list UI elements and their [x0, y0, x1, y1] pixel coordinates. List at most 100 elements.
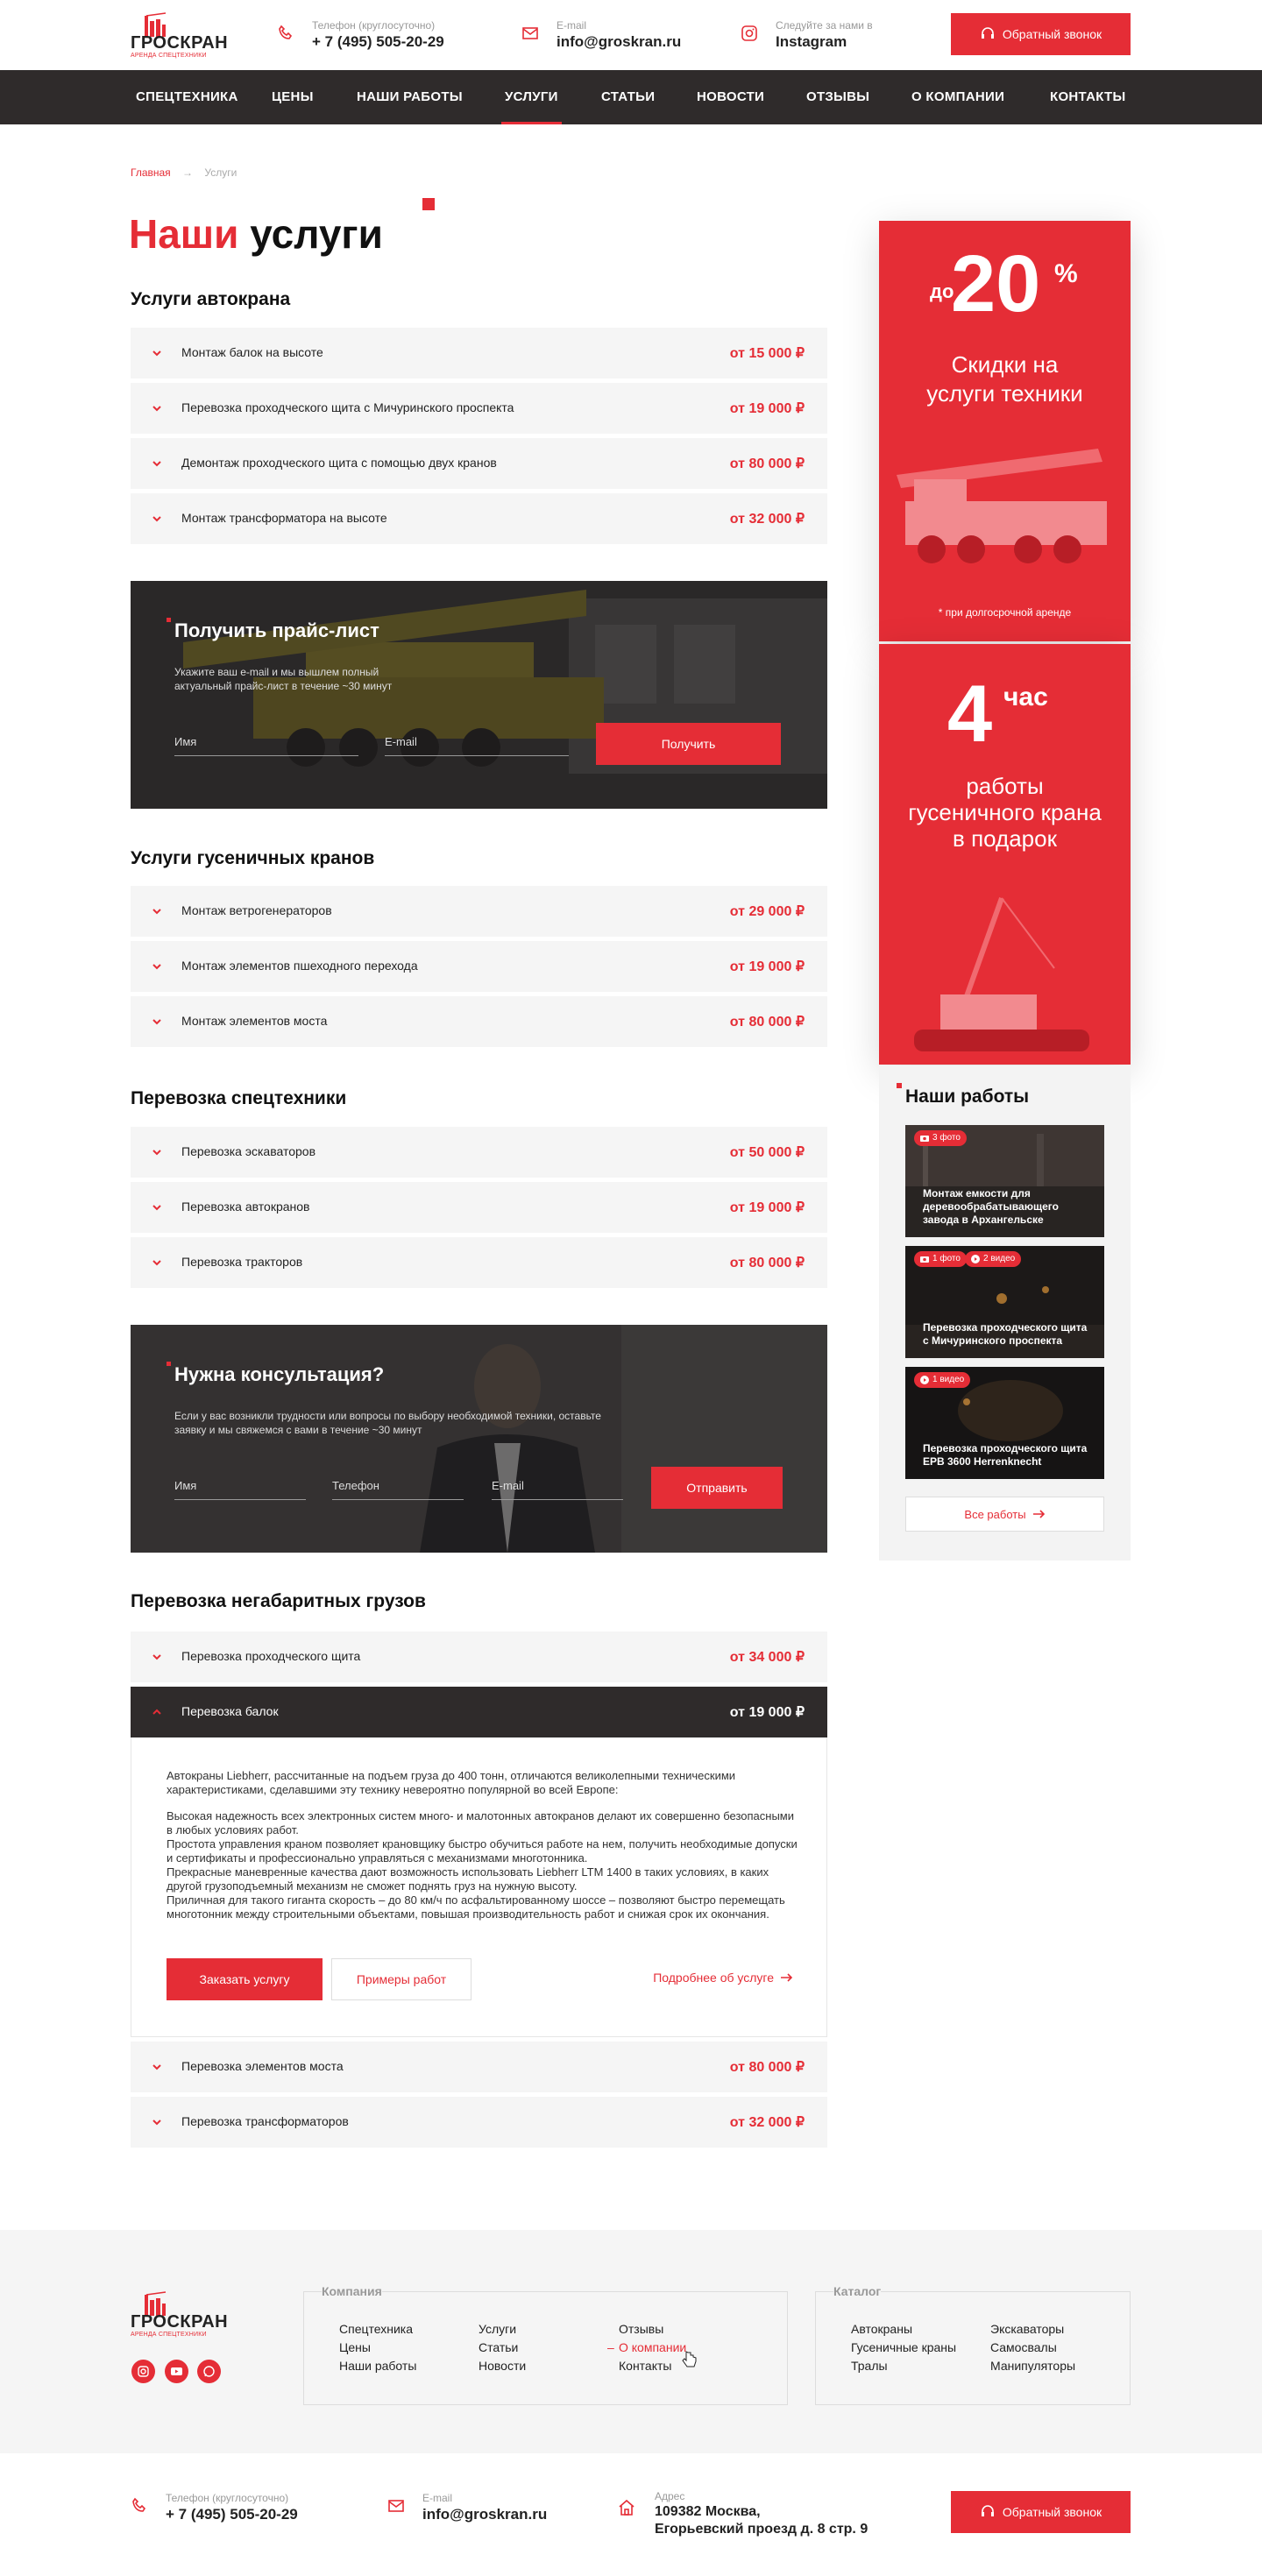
footer-link-news[interactable]: Новости	[479, 2359, 526, 2373]
badge-label: 3 фото	[932, 1133, 961, 1143]
discount-promo-banner[interactable]: до 20 % Скидки на услуги техники * при д…	[879, 221, 1131, 641]
footer-link-about[interactable]: О компании	[619, 2340, 686, 2354]
footer-link-articles[interactable]: Статьи	[479, 2340, 518, 2354]
consult-title: Нужна консультация?	[174, 1363, 385, 1385]
chevron-down-icon	[152, 406, 161, 412]
footer-catalog-title: Каталог	[833, 2284, 882, 2298]
footer-email[interactable]: E-mail info@groskran.ru	[387, 2492, 563, 2525]
service-row[interactable]: Монтаж трансформатора на высоте от 32 000…	[131, 493, 827, 544]
breadcrumb-home[interactable]: Главная	[131, 166, 171, 179]
mobile-crane-illustration	[897, 449, 1107, 563]
footer-link-prices[interactable]: Цены	[339, 2340, 371, 2354]
pricelist-name-field[interactable]: Имя	[174, 730, 358, 756]
consult-phone-field[interactable]: Телефон	[332, 1474, 464, 1500]
youtube-social-button[interactable]	[165, 2360, 188, 2383]
chevron-down-icon	[152, 909, 161, 915]
footer-link-excavators[interactable]: Экскаваторы	[990, 2322, 1064, 2336]
footer-link-reviews[interactable]: Отзывы	[619, 2322, 663, 2336]
header-email[interactable]: E-mail info@groskran.ru	[521, 19, 697, 53]
nav-item-services[interactable]: УСЛУГИ	[501, 70, 562, 124]
address-line-2: Егорьевский проезд д. 8 стр. 9	[655, 2522, 869, 2537]
footer-company-box: Компания Спецтехника Цены Наши работы Ус…	[303, 2284, 788, 2405]
footer-link-our-works[interactable]: Наши работы	[339, 2359, 416, 2373]
address-line-1: 109382 Москва,	[655, 2504, 761, 2519]
service-row[interactable]: Демонтаж проходческого щита с помощью дв…	[131, 438, 827, 489]
pricelist-submit-button[interactable]: Получить	[596, 723, 781, 765]
nav-item-reviews[interactable]: ОТЗЫВЫ	[806, 70, 869, 124]
consult-name-field[interactable]: Имя	[174, 1474, 306, 1500]
work-card[interactable]: 1 фото 2 видео Перевозка проходческого щ…	[905, 1246, 1104, 1358]
email-value[interactable]: info@groskran.ru	[557, 33, 681, 51]
service-row[interactable]: Перевозка элементов моста от 80 000 ₽	[131, 2042, 827, 2092]
pricelist-email-field[interactable]: E-mail	[385, 730, 569, 756]
footer-catalog-box: Каталог Автокраны Гусеничные краны Тралы…	[815, 2284, 1131, 2405]
footer-link-contacts[interactable]: Контакты	[619, 2359, 671, 2373]
consult-submit-button[interactable]: Отправить	[651, 1467, 783, 1509]
work-card[interactable]: 3 фото Монтаж емкости для деревообрабаты…	[905, 1125, 1104, 1237]
footer-link-trawls[interactable]: Тралы	[851, 2359, 888, 2373]
header-instagram[interactable]: Следуйте за нами в Instagram	[741, 19, 916, 53]
nav-item-contacts[interactable]: КОНТАКТЫ	[1050, 70, 1125, 124]
footer-phone[interactable]: Телефон (круглосуточно) + 7 (495) 505-20…	[131, 2492, 332, 2525]
nav-item-special-equipment[interactable]: СПЕЦТЕХНИКА	[136, 70, 238, 124]
service-row[interactable]: Монтаж элементов моста от 80 000 ₽	[131, 996, 827, 1047]
footer-link-crawler-cranes[interactable]: Гусеничные краны	[851, 2340, 956, 2354]
footer-link-truck-cranes[interactable]: Автокраны	[851, 2322, 912, 2336]
photo-count-badge: 1 фото	[914, 1251, 967, 1267]
service-row[interactable]: Монтаж элементов пшеходного перехода от 1…	[131, 941, 827, 992]
chevron-down-icon	[152, 1019, 161, 1025]
callback-button[interactable]: Обратный звонок	[951, 13, 1131, 55]
service-row[interactable]: Монтаж балок на высоте от 15 000 ₽	[131, 328, 827, 379]
our-works-panel: Наши работы 3 фото Монтаж емкости для де…	[879, 1065, 1131, 1560]
service-more-link[interactable]: Подробнее об услуге	[653, 1971, 793, 1985]
all-works-button[interactable]: Все работы	[905, 1497, 1104, 1532]
email-value[interactable]: info@groskran.ru	[422, 2506, 547, 2523]
email-label: E-mail	[557, 19, 587, 32]
gift-promo-banner[interactable]: 4 час работы гусеничного крана в подарок	[879, 644, 1131, 1065]
nav-item-about[interactable]: О КОМПАНИИ	[911, 70, 1004, 124]
phone-value[interactable]: + 7 (495) 505-20-29	[166, 2506, 298, 2523]
service-name: Монтаж элементов моста	[181, 1014, 328, 1028]
service-row[interactable]: Перевозка тракторов от 80 000 ₽	[131, 1237, 827, 1288]
service-row[interactable]: Перевозка трансформаторов от 32 000 ₽	[131, 2097, 827, 2148]
service-row[interactable]: Перевозка проходческого щита с Мичуринск…	[131, 383, 827, 434]
footer-link-dump-trucks[interactable]: Самосвалы	[990, 2340, 1057, 2354]
phone-value[interactable]: + 7 (495) 505-20-29	[312, 33, 444, 51]
form-title-decoration	[167, 1362, 171, 1366]
home-icon	[619, 2499, 635, 2516]
service-row[interactable]: Перевозка автокранов от 19 000 ₽	[131, 1182, 827, 1233]
service-row[interactable]: Перевозка проходческого щита от 34 000 ₽	[131, 1631, 827, 1682]
footer-logo[interactable]: ГРОСКРАН АРЕНДА СПЕЦТЕХНИКИ	[131, 2291, 228, 2338]
nav-item-articles[interactable]: СТАТЬИ	[601, 70, 655, 124]
logo[interactable]: ГРОСКРАН АРЕНДА СПЕЦТЕХНИКИ	[131, 12, 228, 59]
page-title-rest: услуги	[250, 211, 383, 257]
header-phone[interactable]: Телефон (круглосуточно) + 7 (495) 505-20…	[277, 19, 479, 53]
instagram-social-button[interactable]	[131, 2360, 155, 2383]
service-row[interactable]: Перевозка эскаваторов от 50 000 ₽	[131, 1127, 827, 1178]
instagram-value[interactable]: Instagram	[776, 33, 847, 51]
nav-item-news[interactable]: НОВОСТИ	[697, 70, 764, 124]
nav-item-prices[interactable]: ЦЕНЫ	[272, 70, 314, 124]
footer-link-special-equipment[interactable]: Спецтехника	[339, 2322, 413, 2336]
form-title-decoration	[167, 618, 171, 622]
instagram-icon	[138, 2366, 149, 2377]
nav-item-our-works[interactable]: НАШИ РАБОТЫ	[357, 70, 463, 124]
work-card[interactable]: 1 видео Перевозка проходческого щита EPB…	[905, 1367, 1104, 1479]
play-icon	[971, 1255, 980, 1263]
service-row[interactable]: Монтаж ветрогенераторов от 29 000 ₽	[131, 886, 827, 937]
order-service-button[interactable]: Заказать услугу	[167, 1958, 323, 2000]
work-examples-button[interactable]: Примеры работ	[331, 1958, 471, 2000]
footer-link-services[interactable]: Услуги	[479, 2322, 516, 2336]
email-label: E-mail	[422, 2492, 453, 2504]
footer-callback-button[interactable]: Обратный звонок	[951, 2491, 1131, 2533]
top-bar: ГРОСКРАН АРЕНДА СПЕЦТЕХНИКИ Телефон (кру…	[0, 0, 1262, 70]
footer-link-manipulators[interactable]: Манипуляторы	[990, 2359, 1075, 2373]
promo-hours-number: 4	[947, 669, 993, 759]
badge-label: 2 видео	[983, 1254, 1016, 1263]
detail-paragraph: Высокая надежность всех электронных сист…	[167, 1809, 795, 1836]
consult-email-field[interactable]: E-mail	[492, 1474, 623, 1500]
promo-footnote: * при долгосрочной аренде	[938, 606, 1072, 619]
service-row-expanded[interactable]: Перевозка балок от 19 000 ₽	[131, 1687, 827, 1737]
crane-photo-background	[131, 581, 827, 809]
whatsapp-social-button[interactable]	[197, 2360, 221, 2383]
